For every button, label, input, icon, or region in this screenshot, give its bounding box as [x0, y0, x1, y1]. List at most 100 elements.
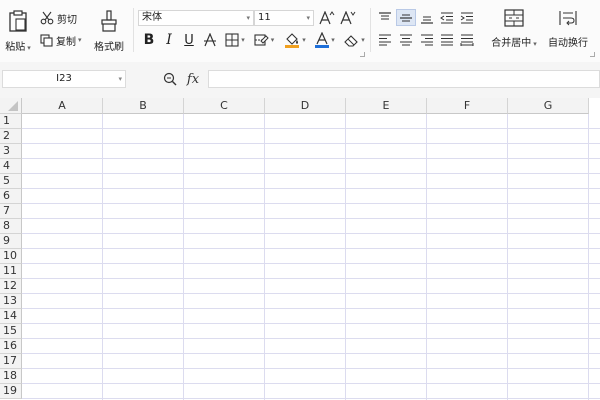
insert-function-button[interactable]: fx — [183, 70, 203, 88]
underline-button[interactable]: U — [180, 31, 198, 49]
chevron-down-icon: ▾ — [27, 43, 31, 52]
row-gridline — [22, 383, 600, 384]
column-header-e[interactable]: E — [346, 98, 427, 114]
chevron-down-icon: ▾ — [78, 36, 82, 44]
row-gridline — [22, 368, 600, 369]
select-all-corner[interactable] — [0, 98, 22, 114]
align-right-button[interactable] — [418, 31, 436, 48]
row-gridline — [22, 218, 600, 219]
cell-style-icon — [254, 34, 269, 46]
column-gridline — [183, 114, 184, 400]
row-gridline — [22, 263, 600, 264]
cut-button[interactable]: 剪切 — [40, 10, 77, 26]
row-header-4[interactable]: 4 — [0, 159, 22, 174]
row-gridline — [22, 323, 600, 324]
row-header-6[interactable]: 6 — [0, 189, 22, 204]
row-header-1[interactable]: 1 — [0, 114, 22, 129]
column-gridline — [507, 114, 508, 400]
row-gridline — [22, 233, 600, 234]
column-header-c[interactable]: C — [184, 98, 265, 114]
align-left-button[interactable] — [376, 31, 394, 48]
row-header-9[interactable]: 9 — [0, 234, 22, 249]
distributed-align-button[interactable] — [458, 31, 476, 48]
merge-center-button[interactable]: 合并居中 ▾ — [486, 8, 542, 50]
chevron-down-icon: ▾ — [270, 36, 275, 44]
row-header-13[interactable]: 13 — [0, 294, 22, 309]
name-box-value: I23 — [56, 73, 72, 84]
strikethrough-icon — [204, 33, 216, 47]
paste-button[interactable]: 粘贴 ▾ — [2, 6, 34, 56]
row-header-17[interactable]: 17 — [0, 354, 22, 369]
format-painter-button[interactable]: 格式刷 — [93, 6, 125, 56]
row-header-15[interactable]: 15 — [0, 324, 22, 339]
row-header-19[interactable]: 19 — [0, 384, 22, 399]
name-box[interactable]: I23 ▾ — [2, 70, 126, 88]
row-header-3[interactable]: 3 — [0, 144, 22, 159]
row-gridline — [22, 188, 600, 189]
increase-indent-button[interactable] — [458, 9, 476, 26]
ribbon-separator — [370, 8, 371, 52]
select-all-triangle-icon — [8, 101, 18, 111]
justify-button[interactable] — [438, 31, 456, 48]
copy-button[interactable]: 复制 ▾ — [40, 32, 82, 48]
column-header-a[interactable]: A — [22, 98, 103, 114]
column-gridline — [426, 114, 427, 400]
column-header-b[interactable]: B — [103, 98, 184, 114]
border-grid-icon — [225, 33, 239, 47]
font-name-value: 宋体 — [142, 12, 162, 23]
row-gridline — [22, 398, 600, 399]
row-header-16[interactable]: 16 — [0, 339, 22, 354]
row-header-11[interactable]: 11 — [0, 264, 22, 279]
column-header-g[interactable]: G — [508, 98, 589, 114]
column-gridline — [102, 114, 103, 400]
row-gridline — [22, 143, 600, 144]
column-header-d[interactable]: D — [265, 98, 346, 114]
clear-format-button[interactable]: ▾ — [340, 31, 368, 49]
justify-icon — [441, 34, 453, 45]
decrease-font-button[interactable] — [339, 10, 357, 26]
distributed-icon — [460, 34, 474, 46]
chevron-down-icon: ▾ — [331, 36, 335, 44]
row-header-12[interactable]: 12 — [0, 279, 22, 294]
row-gridline — [22, 293, 600, 294]
wrap-text-icon — [559, 11, 577, 26]
font-color-button[interactable]: ▾ — [312, 30, 338, 50]
row-header-5[interactable]: 5 — [0, 174, 22, 189]
align-bottom-button[interactable] — [418, 9, 436, 26]
row-gridline — [22, 338, 600, 339]
strikethrough-button[interactable] — [201, 31, 219, 49]
fill-color-button[interactable]: ▾ — [281, 30, 309, 50]
wrap-text-label: 自动换行 — [548, 38, 588, 49]
font-name-select[interactable]: 宋体 ▾ — [138, 10, 254, 26]
align-center-button[interactable] — [397, 31, 415, 48]
bold-button[interactable]: B — [140, 31, 158, 49]
decrease-indent-button[interactable] — [438, 9, 456, 26]
ribbon-toolbar: 粘贴 ▾ 剪切 复制 ▾ 格式刷 宋体 ▾ 11 ▾ B I U ▾ ▾ ▾ ▾… — [0, 0, 600, 62]
font-dialog-launcher[interactable] — [360, 52, 365, 57]
row-header-14[interactable]: 14 — [0, 309, 22, 324]
zoom-formula-button[interactable] — [162, 71, 178, 87]
formula-input[interactable] — [208, 70, 600, 88]
wrap-text-button[interactable]: 自动换行 — [545, 8, 591, 50]
column-header-f[interactable]: F — [427, 98, 508, 114]
spreadsheet-grid[interactable]: A B C D E F G 1 2 3 4 5 6 7 8 9 10 11 12 13 14 15 16 17 18 19 — [0, 98, 600, 400]
row-header-8[interactable]: 8 — [0, 219, 22, 234]
font-color-icon — [315, 32, 330, 48]
italic-button[interactable]: I — [161, 31, 177, 49]
row-header-10[interactable]: 10 — [0, 249, 22, 264]
font-grow-icon — [319, 11, 335, 25]
increase-font-button[interactable] — [318, 10, 336, 26]
align-top-button[interactable] — [376, 9, 394, 26]
alignment-dialog-launcher[interactable] — [590, 52, 595, 57]
row-gridline — [22, 353, 600, 354]
row-header-2[interactable]: 2 — [0, 129, 22, 144]
font-size-select[interactable]: 11 ▾ — [254, 10, 314, 26]
row-header-18[interactable]: 18 — [0, 369, 22, 384]
borders-button[interactable]: ▾ — [222, 31, 248, 49]
align-middle-button[interactable] — [396, 9, 416, 26]
align-bottom-icon — [421, 16, 433, 24]
cell-style-button[interactable]: ▾ — [251, 31, 277, 49]
row-header-7[interactable]: 7 — [0, 204, 22, 219]
chevron-down-icon: ▾ — [302, 36, 306, 44]
chevron-down-icon: ▾ — [306, 14, 310, 22]
